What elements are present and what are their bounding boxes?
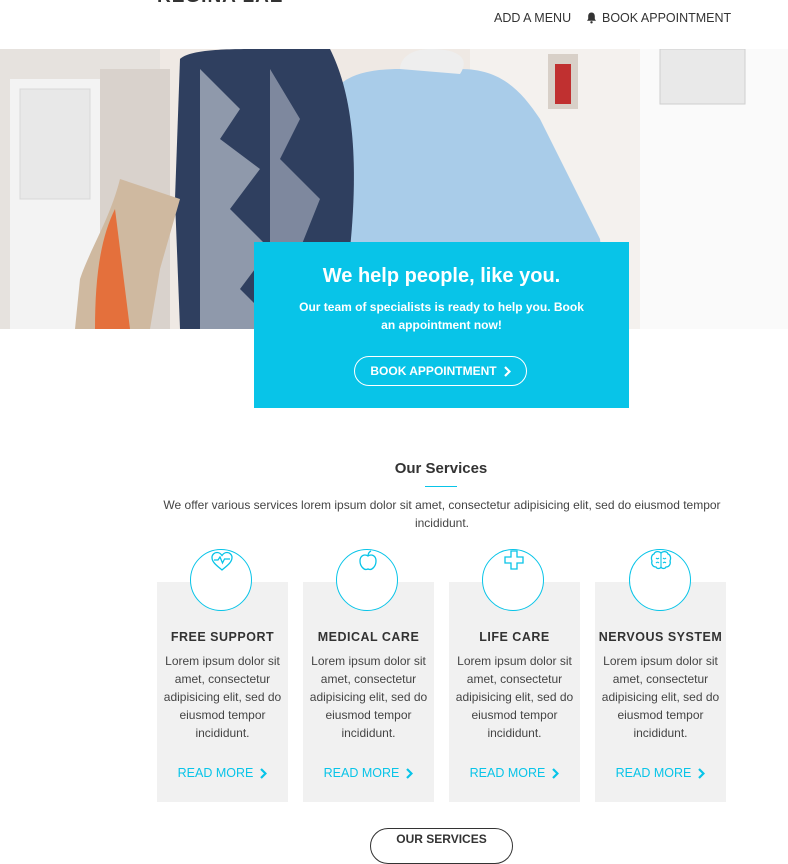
read-more-link[interactable]: READ MORE [595, 766, 726, 780]
hero-cta-box: We help people, like you. Our team of sp… [254, 242, 629, 408]
our-services-label: OUR SERVICES [396, 832, 487, 846]
book-appointment-button[interactable]: BOOK APPOINTMENT [354, 356, 527, 386]
chevron-right-icon [552, 767, 560, 779]
service-card: FREE SUPPORT Lorem ipsum dolor sit amet,… [157, 582, 288, 802]
service-card: NERVOUS SYSTEM Lorem ipsum dolor sit ame… [595, 582, 726, 802]
service-card-title: LIFE CARE [479, 630, 550, 644]
service-card-text: Lorem ipsum dolor sit amet, consectetur … [601, 654, 720, 740]
site-header: REGINA LAE ADD A MENU BOOK APPOINTMENT [0, 0, 788, 49]
service-icon-circle [190, 549, 252, 611]
service-card-text: Lorem ipsum dolor sit amet, consectetur … [309, 654, 428, 740]
hero-title: We help people, like you. [322, 265, 561, 287]
service-icon-circle [482, 549, 544, 611]
read-more-link[interactable]: READ MORE [157, 766, 288, 780]
nav-book-label: BOOK APPOINTMENT [602, 11, 732, 25]
service-icon-circle [336, 549, 398, 611]
read-more-link[interactable]: READ MORE [449, 766, 580, 780]
chevron-right-icon [406, 767, 414, 779]
site-logo[interactable]: REGINA LAE [157, 0, 283, 8]
chevron-right-icon [503, 365, 511, 377]
brain-icon [650, 550, 672, 570]
service-card-title: FREE SUPPORT [170, 630, 275, 644]
service-card: LIFE CARE Lorem ipsum dolor sit amet, co… [449, 582, 580, 802]
services-title: Our Services [394, 460, 488, 477]
medical-cross-icon [504, 550, 524, 570]
service-card-text: Lorem ipsum dolor sit amet, consectetur … [455, 654, 574, 740]
read-more-label: READ MORE [615, 766, 692, 780]
read-more-label: READ MORE [323, 766, 400, 780]
nav-book-appointment[interactable]: BOOK APPOINTMENT [586, 11, 731, 25]
hero-text: Our team of specialists is ready to help… [299, 300, 584, 332]
chevron-right-icon [260, 767, 268, 779]
nav-add-menu[interactable]: ADD A MENU [494, 11, 571, 25]
read-more-link[interactable]: READ MORE [303, 766, 434, 780]
service-card-text: Lorem ipsum dolor sit amet, consectetur … [163, 654, 282, 740]
heart-pulse-icon [211, 551, 233, 571]
our-services-button[interactable]: OUR SERVICES [370, 828, 513, 864]
services-intro: We offer various services lorem ipsum do… [163, 498, 721, 530]
service-icon-circle [629, 549, 691, 611]
book-appointment-label: BOOK APPOINTMENT [370, 364, 497, 378]
service-card-title: NERVOUS SYSTEM [598, 630, 723, 644]
read-more-label: READ MORE [469, 766, 546, 780]
service-card: MEDICAL CARE Lorem ipsum dolor sit amet,… [303, 582, 434, 802]
services-title-underline [425, 486, 457, 487]
read-more-label: READ MORE [177, 766, 254, 780]
chevron-right-icon [698, 767, 706, 779]
bell-icon [587, 12, 596, 24]
service-card-title: MEDICAL CARE [317, 630, 420, 644]
apple-icon [359, 550, 377, 571]
